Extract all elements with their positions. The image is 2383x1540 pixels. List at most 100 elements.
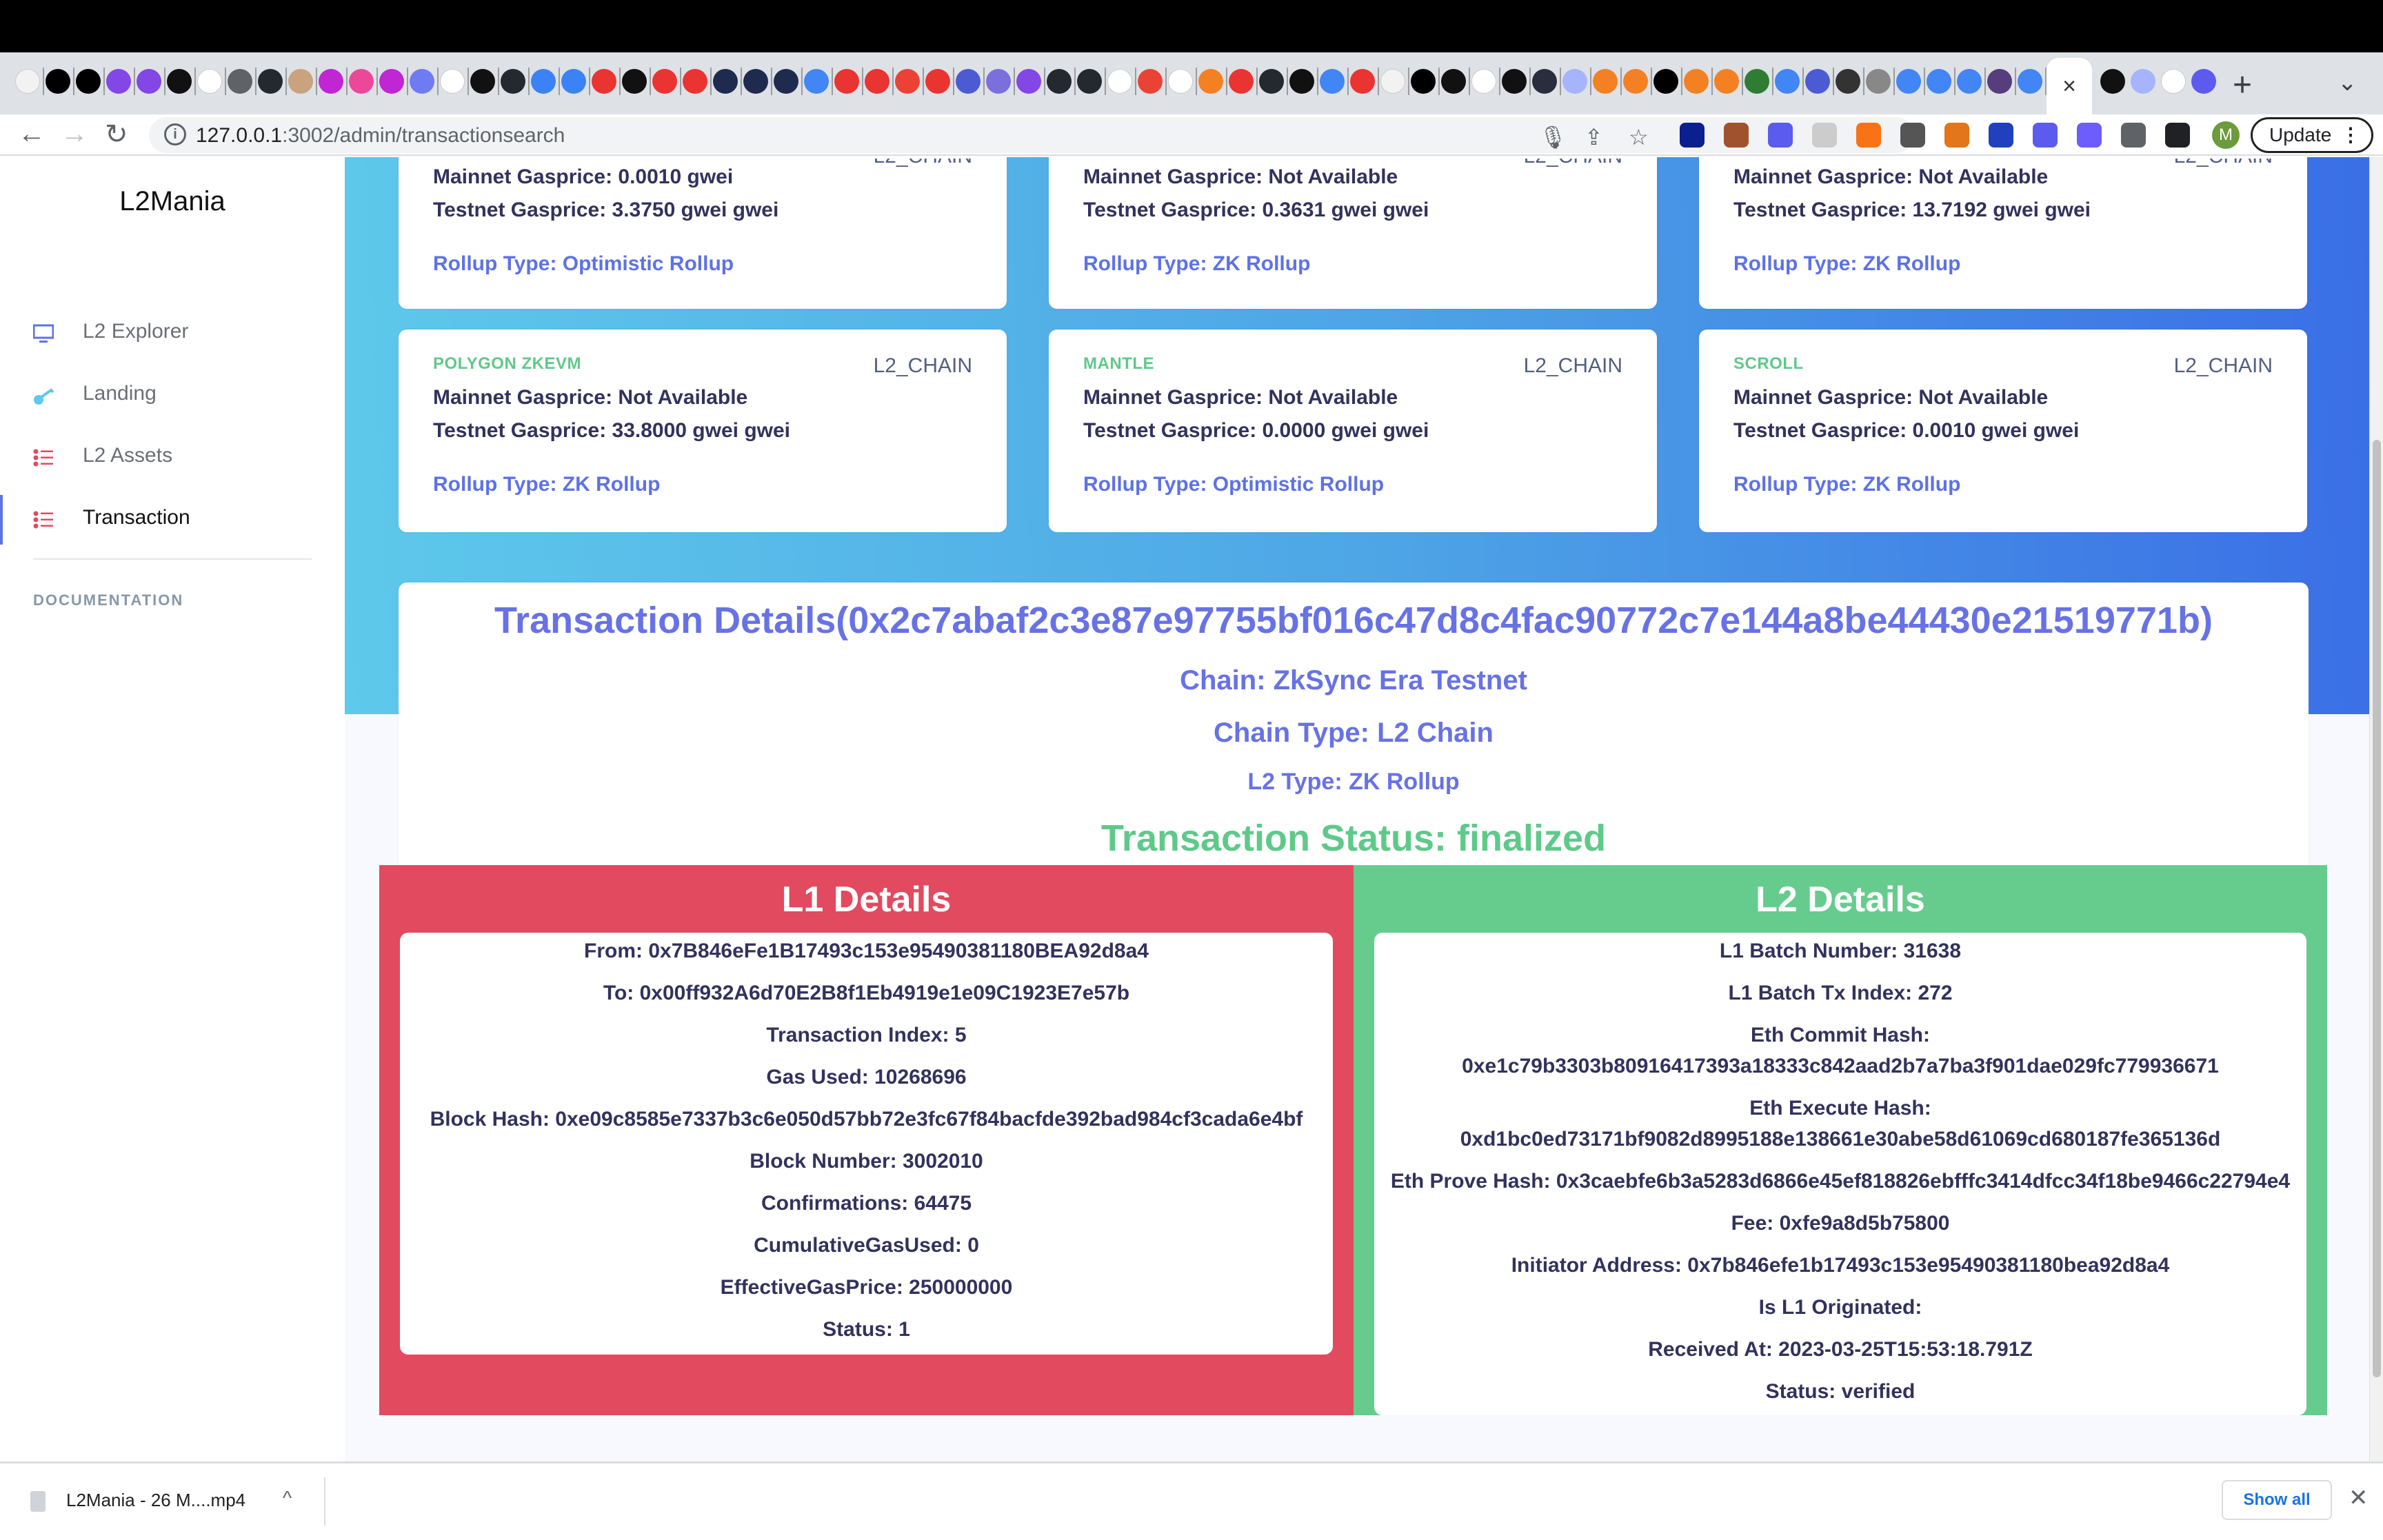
tab-favicon-icon[interactable] <box>1229 69 1254 94</box>
microphone-icon[interactable]: 🎙 <box>1539 124 1567 150</box>
menu-kebab-icon[interactable]: ⋮ <box>2341 119 2360 151</box>
reload-icon[interactable]: ↻ <box>105 119 128 150</box>
tab-favicon-icon[interactable] <box>1562 69 1587 94</box>
tab-favicon-icon[interactable] <box>1441 69 1466 94</box>
chain-card[interactable]: L2_CHAIN Mainnet Gasprice: Not Available T… <box>1049 157 1657 309</box>
tab-favicon-icon[interactable] <box>501 69 525 94</box>
tab-favicon-icon[interactable] <box>46 69 70 94</box>
tab-favicon-icon[interactable] <box>410 69 434 94</box>
tab-favicon-icon[interactable] <box>713 69 738 94</box>
tab-favicon-icon[interactable] <box>1744 69 1769 94</box>
tab-favicon-icon[interactable] <box>1259 69 1284 94</box>
tab-favicon-icon[interactable] <box>1866 69 1891 94</box>
chevron-up-icon[interactable]: ^ <box>283 1487 292 1509</box>
new-tab-button[interactable]: + <box>2233 66 2252 104</box>
tab-favicon-icon[interactable] <box>137 69 161 94</box>
page-scrollbar[interactable] <box>2369 157 2383 1461</box>
tab-favicon-icon[interactable] <box>592 69 616 94</box>
tab-favicon-icon[interactable] <box>1896 69 1921 94</box>
tab-favicon-icon[interactable] <box>531 69 556 94</box>
sidebar-item-l2-explorer[interactable]: L2 Explorer <box>0 306 345 361</box>
tab-favicon-icon[interactable] <box>167 69 192 94</box>
tab-favicon-icon[interactable] <box>258 69 283 94</box>
sidebar-item-landing[interactable]: Landing <box>0 368 345 423</box>
tab-favicon-icon[interactable] <box>834 69 859 94</box>
tab-favicon-icon[interactable] <box>76 69 101 94</box>
tab-favicon-icon[interactable] <box>2161 69 2186 94</box>
tab-favicon-icon[interactable] <box>1320 69 1345 94</box>
tab-favicon-icon[interactable] <box>895 69 920 94</box>
tab-favicon-icon[interactable] <box>1836 69 1860 94</box>
tab-favicon-icon[interactable] <box>1380 69 1405 94</box>
tab-favicon-icon[interactable] <box>1684 69 1709 94</box>
tab-favicon-icon[interactable] <box>1623 69 1648 94</box>
extension-icon[interactable] <box>1900 123 1925 148</box>
extension-icon[interactable] <box>1724 123 1749 148</box>
chain-card[interactable]: L2_CHAIN Mainnet Gasprice: 0.0010 gwei Tes… <box>399 157 1007 309</box>
extension-icon[interactable] <box>1812 123 1837 148</box>
tab-favicon-icon[interactable] <box>865 69 889 94</box>
tab-favicon-icon[interactable] <box>1077 69 1102 94</box>
extension-icon[interactable] <box>2077 123 2102 148</box>
extension-icon[interactable] <box>2121 123 2146 148</box>
tab-favicon-icon[interactable] <box>1289 69 1314 94</box>
tab-favicon-icon[interactable] <box>683 69 707 94</box>
show-all-downloads-button[interactable]: Show all <box>2222 1480 2332 1520</box>
url-text[interactable]: 127.0.0.1:3002/admin/transactionsearch <box>196 124 565 148</box>
tab-favicon-icon[interactable] <box>1016 69 1041 94</box>
download-file-name[interactable]: L2Mania - 26 M....mp4 <box>66 1490 245 1511</box>
brand-logo[interactable]: L2Mania <box>0 186 345 217</box>
tab-favicon-icon[interactable] <box>1987 69 2012 94</box>
tab-favicon-icon[interactable] <box>349 69 374 94</box>
tab-favicon-icon[interactable] <box>925 69 950 94</box>
tab-favicon-icon[interactable] <box>106 69 131 94</box>
extension-icon[interactable] <box>1680 123 1705 148</box>
forward-arrow-icon[interactable]: → <box>61 119 88 150</box>
tab-favicon-icon[interactable] <box>379 69 404 94</box>
tab-favicon-icon[interactable] <box>1775 69 1800 94</box>
profile-avatar[interactable]: M <box>2212 121 2240 149</box>
tab-favicon-icon[interactable] <box>743 69 768 94</box>
extension-icon[interactable] <box>2165 123 2190 148</box>
tab-favicon-icon[interactable] <box>197 69 222 94</box>
tab-favicon-icon[interactable] <box>1047 69 1072 94</box>
tab-favicon-icon[interactable] <box>1168 69 1193 94</box>
tab-favicon-icon[interactable] <box>470 69 495 94</box>
url-input[interactable]: i 127.0.0.1:3002/admin/transactionsearch… <box>149 117 1914 153</box>
tab-favicon-icon[interactable] <box>1714 69 1739 94</box>
tab-favicon-icon[interactable] <box>1138 69 1163 94</box>
tab-favicon-icon[interactable] <box>2018 69 2042 94</box>
tab-favicon-icon[interactable] <box>2131 69 2155 94</box>
sidebar-item-l2-assets[interactable]: L2 Assets <box>0 430 345 485</box>
tab-favicon-icon[interactable] <box>15 69 40 94</box>
tab-favicon-icon[interactable] <box>652 69 677 94</box>
tab-favicon-icon[interactable] <box>1502 69 1527 94</box>
download-item[interactable]: L2Mania - 26 M....mp4 ^ <box>0 1477 325 1526</box>
tab-favicon-icon[interactable] <box>228 69 252 94</box>
tab-favicon-icon[interactable] <box>1927 69 1951 94</box>
active-tab[interactable]: × <box>2047 58 2092 114</box>
tab-favicon-icon[interactable] <box>622 69 647 94</box>
tab-favicon-icon[interactable] <box>2100 69 2125 94</box>
tab-favicon-icon[interactable] <box>2191 69 2216 94</box>
tab-favicon-icon[interactable] <box>1532 69 1557 94</box>
tab-favicon-icon[interactable] <box>986 69 1011 94</box>
chain-card[interactable]: MANTLE L2_CHAIN Mainnet Gasprice: Not Avai… <box>1049 330 1657 532</box>
tab-favicon-icon[interactable] <box>1653 69 1678 94</box>
tab-favicon-icon[interactable] <box>1350 69 1375 94</box>
scrollbar-thumb[interactable] <box>2373 440 2381 1377</box>
tab-favicon-icon[interactable] <box>1805 69 1830 94</box>
tab-favicon-icon[interactable] <box>1411 69 1436 94</box>
tab-favicon-icon[interactable] <box>1957 69 1982 94</box>
sidebar-item-transaction[interactable]: Transaction <box>0 492 345 547</box>
chain-card[interactable]: SCROLL L2_CHAIN Mainnet Gasprice: Not Avai… <box>1699 330 2307 532</box>
close-tab-icon[interactable]: × <box>2062 73 2076 100</box>
tab-favicon-icon[interactable] <box>319 69 343 94</box>
tab-favicon-icon[interactable] <box>804 69 829 94</box>
tab-favicon-icon[interactable] <box>1198 69 1223 94</box>
tab-favicon-icon[interactable] <box>1471 69 1496 94</box>
extension-icon[interactable] <box>1768 123 1793 148</box>
site-info-icon[interactable]: i <box>164 123 186 145</box>
extension-icon[interactable] <box>1944 123 1969 148</box>
tab-favicon-icon[interactable] <box>774 69 798 94</box>
